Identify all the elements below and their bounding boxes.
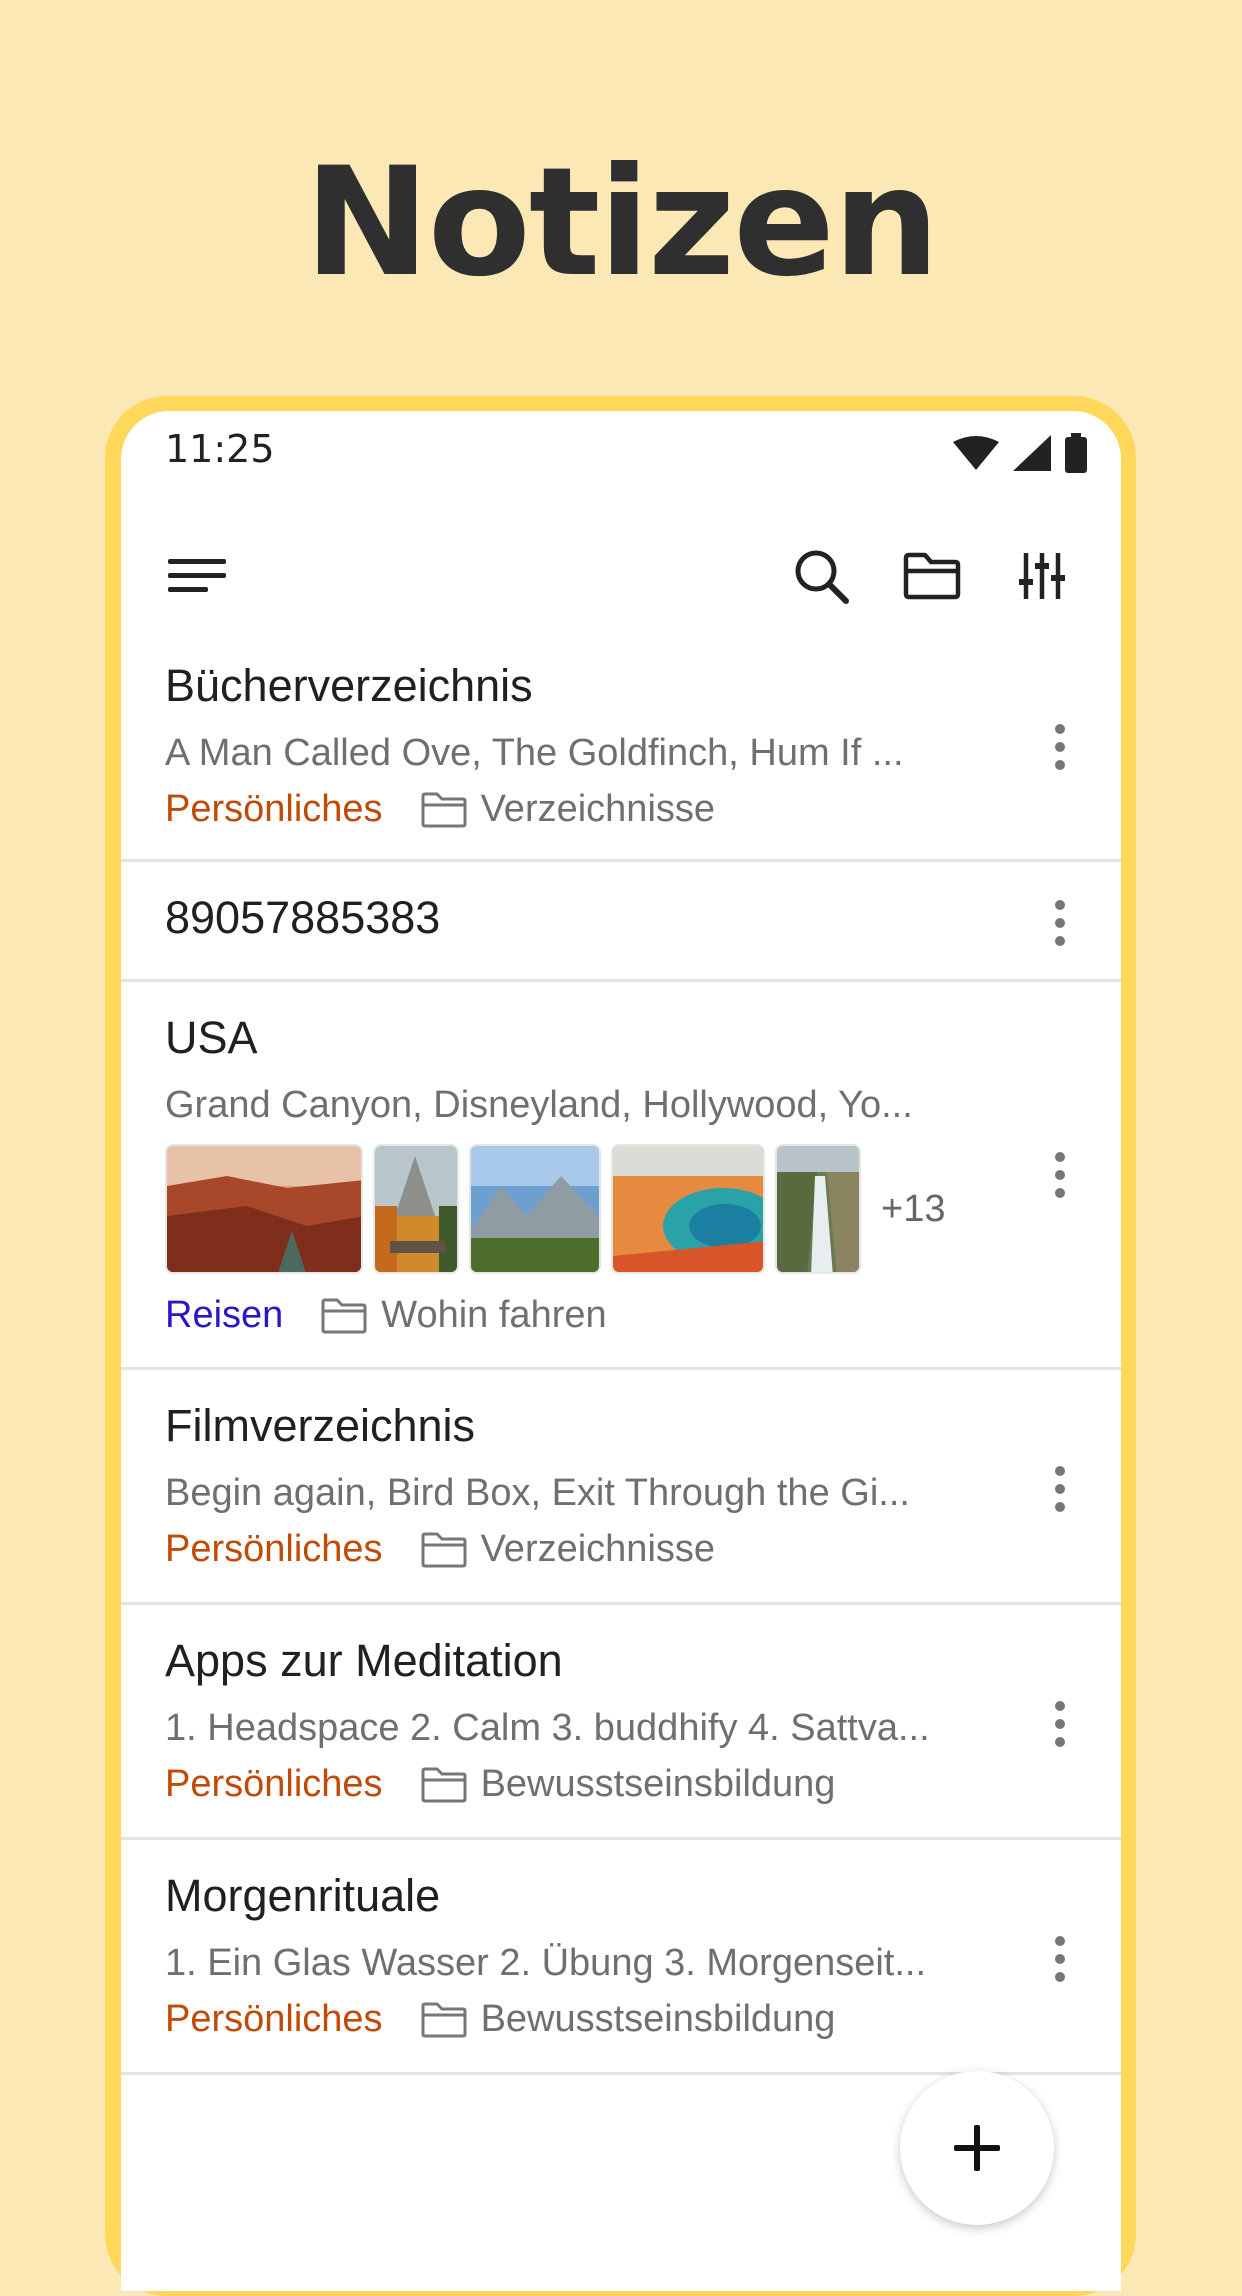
note-title: Filmverzeichnis [165, 1400, 476, 1451]
note-folder[interactable]: Verzeichnisse [421, 788, 715, 831]
more-options-icon[interactable] [1045, 1924, 1075, 1994]
thumbnail-image[interactable] [775, 1144, 861, 1274]
note-preview: A Man Called Ove, The Goldfinch, Hum If … [165, 732, 904, 774]
note-title: Morgenrituale [165, 1870, 441, 1921]
note-folder[interactable]: Bewusstseinsbildung [421, 1763, 836, 1806]
add-note-button[interactable] [900, 2071, 1054, 2225]
more-options-icon[interactable] [1045, 1454, 1075, 1524]
note-item[interactable]: Morgenrituale 1. Ein Glas Wasser 2. Übun… [121, 1840, 1121, 2075]
note-item[interactable]: Apps zur Meditation 1. Headspace 2. Calm… [121, 1605, 1121, 1840]
wifi-icon [953, 436, 999, 470]
note-folder-name: Wohin fahren [381, 1294, 607, 1336]
note-thumbnails: +13 [165, 1144, 945, 1274]
note-item[interactable]: Bücherverzeichnis A Man Called Ove, The … [121, 636, 1121, 862]
note-preview: Begin again, Bird Box, Exit Through the … [165, 1472, 910, 1514]
note-title: USA [165, 1012, 258, 1063]
note-title: Apps zur Meditation [165, 1635, 563, 1686]
note-folder-name: Verzeichnisse [480, 1528, 716, 1570]
note-meta: Persönliches Bewusstseinsbildung [165, 1763, 835, 1806]
more-options-icon[interactable] [1045, 1689, 1075, 1759]
plus-icon [954, 2125, 1000, 2171]
status-bar: 11:25 [121, 411, 1121, 491]
folder-icon [421, 1767, 467, 1802]
menu-icon[interactable] [157, 521, 237, 631]
status-icons [953, 433, 1087, 473]
note-meta: Reisen Wohin fahren [165, 1294, 607, 1337]
note-label[interactable]: Persönliches [165, 1998, 383, 2041]
more-options-icon[interactable] [1045, 888, 1075, 958]
note-meta: Persönliches Bewusstseinsbildung [165, 1998, 835, 2041]
note-label[interactable]: Persönliches [165, 788, 383, 831]
note-item[interactable]: USA Grand Canyon, Disneyland, Hollywood,… [121, 982, 1121, 1370]
note-folder[interactable]: Wohin fahren [321, 1294, 607, 1337]
note-title: 89057885383 [165, 892, 441, 943]
battery-icon [1065, 433, 1087, 473]
folder-icon [421, 1532, 467, 1567]
status-time: 11:25 [165, 427, 275, 471]
thumbnail-image[interactable] [373, 1144, 459, 1274]
folder-icon[interactable] [892, 521, 972, 631]
top-toolbar [121, 521, 1121, 631]
note-folder-name: Bewusstseinsbildung [480, 1998, 836, 2040]
note-item[interactable]: Filmverzeichnis Begin again, Bird Box, E… [121, 1370, 1121, 1605]
note-preview: 1. Headspace 2. Calm 3. buddhify 4. Satt… [165, 1707, 930, 1749]
note-folder[interactable]: Bewusstseinsbildung [421, 1998, 836, 2041]
app-screen: 11:25 Bücherverzeichnis A Man Called Ove… [121, 411, 1121, 2291]
thumbnail-image[interactable] [165, 1144, 363, 1274]
more-options-icon[interactable] [1045, 712, 1075, 782]
folder-icon [421, 792, 467, 827]
filter-sliders-icon[interactable] [1002, 521, 1082, 631]
note-folder-name: Verzeichnisse [480, 788, 716, 830]
note-label[interactable]: Persönliches [165, 1528, 383, 1571]
notes-list: Bücherverzeichnis A Man Called Ove, The … [121, 636, 1121, 2075]
note-preview: Grand Canyon, Disneyland, Hollywood, Yo.… [165, 1084, 913, 1126]
cellular-signal-icon [1013, 435, 1051, 471]
folder-icon [421, 2002, 467, 2037]
more-images-count[interactable]: +13 [881, 1188, 945, 1231]
note-item[interactable]: 89057885383 [121, 862, 1121, 982]
folder-icon [321, 1298, 367, 1333]
note-title: Bücherverzeichnis [165, 660, 533, 711]
thumbnail-image[interactable] [611, 1144, 765, 1274]
note-meta: Persönliches Verzeichnisse [165, 788, 715, 831]
note-meta: Persönliches Verzeichnisse [165, 1528, 715, 1571]
note-preview: 1. Ein Glas Wasser 2. Übung 3. Morgensei… [165, 1942, 927, 1984]
note-folder[interactable]: Verzeichnisse [421, 1528, 715, 1571]
search-icon[interactable] [781, 521, 861, 631]
thumbnail-image[interactable] [469, 1144, 601, 1274]
note-label[interactable]: Reisen [165, 1294, 283, 1337]
note-folder-name: Bewusstseinsbildung [480, 1763, 836, 1805]
more-options-icon[interactable] [1045, 1140, 1075, 1210]
promo-headline: Notizen [304, 136, 940, 310]
note-label[interactable]: Persönliches [165, 1763, 383, 1806]
